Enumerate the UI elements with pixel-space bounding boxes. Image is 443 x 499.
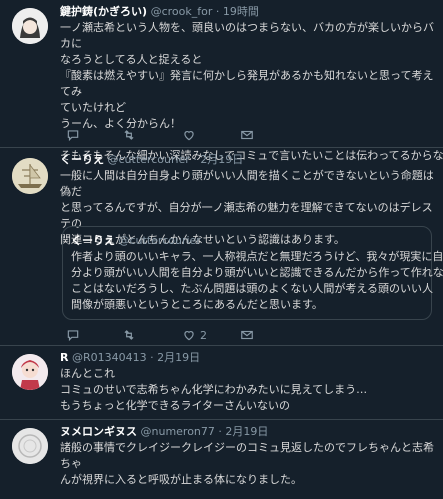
display-name[interactable]: 鍵护鋳(かぎろい): [60, 5, 147, 18]
text-line: 『酸素は燃えやすい』発言に何かしら発見があるかも知れないと思って考えてみ: [60, 69, 434, 98]
handle[interactable]: @numeron77: [141, 425, 215, 438]
tweet-cuttercourier[interactable]: くーりえ @cuttercourier · 2月19日 一般に人間は自分自身より…: [0, 148, 443, 346]
quoted-handle: @cuttercourier: [118, 234, 201, 247]
tweet-text: ほんとこれ コミュのせいで志希ちゃん化学にわかみたいに見えてしまう… もうちょっ…: [60, 366, 435, 414]
avatar[interactable]: [12, 8, 48, 44]
timestamp[interactable]: 2月19日: [200, 153, 243, 166]
timestamp[interactable]: 2月19日: [225, 425, 268, 438]
text-line: んが視界に入ると呼吸が止まる体になりました。: [60, 473, 302, 486]
text-line: ことはないだろうし、たぶん問題は頭のよくない人間が考える頭のいい人: [71, 282, 434, 295]
tweet-header: くーりえ @cuttercourier · 2月19日: [60, 152, 435, 168]
text-line: ていたけれど: [60, 101, 126, 114]
tweet-numeron77[interactable]: ヌメロンギヌス @numeron77 · 2月19日 諸般の事情でクレイジークレ…: [0, 420, 443, 499]
text-line: もうちょっと化学できるライターさんいないの: [60, 399, 291, 412]
quoted-tweet[interactable]: くーりえ @cuttercourier 作者より頭のいいキャラ、一人称視点だと無…: [62, 226, 443, 320]
like-count: 2: [200, 329, 207, 342]
avatar[interactable]: [12, 158, 48, 194]
tweet-header: ヌメロンギヌス @numeron77 · 2月19日: [60, 424, 435, 440]
avatar-ship-icon: [12, 158, 48, 194]
handle[interactable]: @cuttercourier: [108, 153, 190, 166]
tweet-r01340413[interactable]: R @R01340413 · 2月19日 ほんとこれ コミュのせいで志希ちゃん化…: [0, 346, 443, 420]
tweet-text: 諸般の事情でクレイジークレイジーのコミュ見返したのでフレちゃんと志希ちゃ んが視…: [60, 440, 435, 488]
separator: ·: [218, 425, 222, 438]
quoted-display-name: くーりえ: [71, 234, 115, 247]
tweet-crook-for[interactable]: 鍵护鋳(かぎろい) @crook_for · 19時間 一ノ瀬志希という人物を、…: [0, 0, 443, 162]
avatar[interactable]: [12, 428, 48, 464]
tweet-header: 鍵护鋳(かぎろい) @crook_for · 19時間: [60, 4, 435, 20]
avatar-character-icon: [12, 354, 48, 390]
avatar-illustration-icon: [12, 8, 48, 44]
like-icon[interactable]: [182, 128, 198, 144]
text-line: ほんとこれ: [60, 367, 115, 380]
display-name[interactable]: くーりえ: [60, 153, 104, 166]
handle[interactable]: @R01340413: [72, 351, 147, 364]
reply-icon[interactable]: [66, 328, 82, 344]
separator: ·: [215, 5, 220, 18]
handle[interactable]: @crook_for: [151, 5, 213, 18]
message-icon[interactable]: [240, 328, 256, 344]
text-line: 間像が頭悪いというところにあるんだと思います。: [71, 298, 323, 311]
separator: ·: [150, 351, 154, 364]
text-line: 一般に人間は自分自身より頭がいい人間を描くことができないという命題は偽だ: [60, 169, 434, 198]
text-line: なろうとしてる人と捉えると: [60, 53, 203, 66]
text-line: 諸般の事情でクレイジークレイジーのコミュ見返したのでフレちゃんと志希ちゃ: [60, 441, 434, 470]
text-line: コミュのせいで志希ちゃん化学にわかみたいに見えてしまう…: [60, 383, 368, 396]
separator: ·: [193, 153, 197, 166]
reply-icon[interactable]: [66, 128, 82, 144]
text-line: 分より頭がいい人間を自分より頭がいいと認識できるんだから作って作れない: [71, 266, 443, 279]
quoted-tweet-text: 作者より頭のいいキャラ、一人称視点だと無理だろうけど、我々が現実に自 分より頭が…: [71, 249, 443, 313]
display-name[interactable]: ヌメロンギヌス: [60, 425, 137, 438]
avatar[interactable]: [12, 354, 48, 390]
avatar-emblem-icon: [12, 428, 48, 464]
tweet-actions: 2: [60, 328, 360, 344]
display-name[interactable]: R: [60, 351, 68, 364]
retweet-icon[interactable]: [122, 128, 138, 144]
message-icon[interactable]: [240, 128, 256, 144]
quoted-tweet-header: くーりえ @cuttercourier: [71, 233, 423, 249]
tweet-header: R @R01340413 · 2月19日: [60, 350, 435, 366]
text-line: 一ノ瀬志希という人物を、頭良いのはつまらない、バカの方が楽しいからバカに: [60, 21, 434, 50]
timestamp[interactable]: 2月19日: [157, 351, 200, 364]
tweet-actions: [60, 128, 360, 144]
retweet-icon[interactable]: [122, 328, 138, 344]
text-line: 作者より頭のいいキャラ、一人称視点だと無理だろうけど、我々が現実に自: [71, 250, 443, 263]
timestamp[interactable]: 19時間: [223, 5, 259, 18]
like-icon[interactable]: 2: [182, 328, 207, 344]
